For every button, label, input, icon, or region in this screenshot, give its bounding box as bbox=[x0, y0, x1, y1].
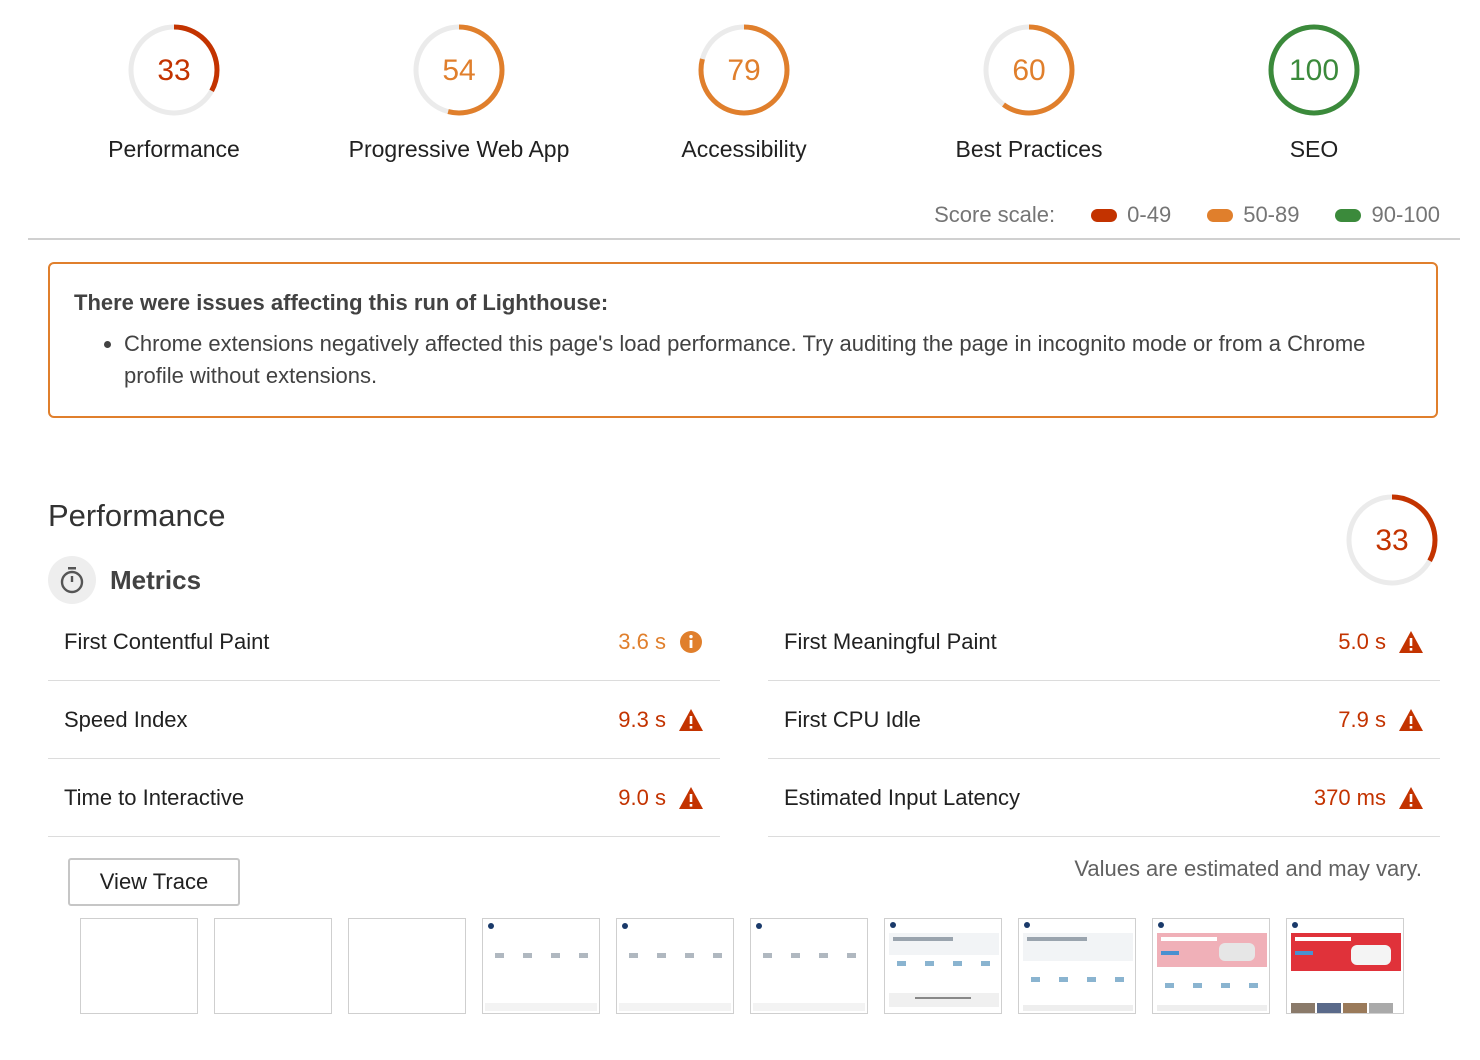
scale-range-average: 50-89 bbox=[1207, 202, 1299, 228]
warning-item: Chrome extensions negatively affected th… bbox=[124, 328, 1412, 392]
gauge-ring: 79 bbox=[698, 24, 790, 116]
stopwatch-icon bbox=[48, 556, 96, 604]
header-divider bbox=[28, 238, 1460, 240]
performance-score-gauge: 33 bbox=[1346, 494, 1438, 586]
filmstrip-frame bbox=[750, 918, 868, 1014]
scale-range-pass: 90-100 bbox=[1335, 202, 1440, 228]
gauge-score: 79 bbox=[727, 54, 760, 87]
pass-pill-icon bbox=[1335, 208, 1362, 222]
filmstrip-frame bbox=[80, 918, 198, 1014]
view-trace-button[interactable]: View Trace bbox=[68, 858, 240, 906]
gauge-accessibility[interactable]: 79 Accessibility bbox=[624, 22, 864, 163]
metric-first-contentful-paint: First Contentful Paint 3.6 s bbox=[48, 603, 720, 681]
filmstrip-frame bbox=[348, 918, 466, 1014]
scale-range-label: 90-100 bbox=[1371, 202, 1440, 227]
metric-value: 9.3 s bbox=[618, 706, 666, 732]
warning-icon bbox=[1398, 629, 1424, 655]
metrics-title: Metrics bbox=[110, 564, 202, 595]
metric-estimated-input-latency: Estimated Input Latency 370 ms bbox=[768, 759, 1440, 837]
scale-range-label: 0-49 bbox=[1127, 202, 1172, 227]
gauge-ring: 100 bbox=[1268, 24, 1360, 116]
warning-list: Chrome extensions negatively affected th… bbox=[74, 328, 1412, 392]
gauge-label: Progressive Web App bbox=[348, 136, 570, 162]
gauge-seo[interactable]: 100 SEO bbox=[1194, 22, 1434, 163]
filmstrip-frame bbox=[482, 918, 600, 1014]
gauge-performance[interactable]: 33 Performance bbox=[54, 22, 294, 163]
filmstrip-frame bbox=[214, 918, 332, 1014]
warning-title: There were issues affecting this run of … bbox=[74, 290, 609, 315]
gauge-pwa[interactable]: 54 Progressive Web App bbox=[339, 22, 579, 163]
gauge-best-practices[interactable]: 60 Best Practices bbox=[909, 22, 1149, 163]
warning-icon bbox=[678, 707, 704, 733]
performance-score: 33 bbox=[1375, 524, 1408, 557]
gauge-ring: 33 bbox=[128, 24, 220, 116]
gauge-score: 54 bbox=[442, 54, 475, 87]
gauge-score: 60 bbox=[1012, 54, 1045, 87]
run-warnings-box: There were issues affecting this run of … bbox=[48, 262, 1438, 418]
gauge-label: Best Practices bbox=[955, 136, 1103, 162]
metric-value: 9.0 s bbox=[618, 784, 666, 810]
metric-speed-index: Speed Index 9.3 s bbox=[48, 681, 720, 759]
gauge-ring: 54 bbox=[413, 24, 505, 116]
scale-range-fail: 0-49 bbox=[1091, 202, 1171, 228]
metrics-header: Metrics bbox=[48, 556, 201, 604]
metric-value: 7.9 s bbox=[1338, 706, 1386, 732]
metric-name: First CPU Idle bbox=[784, 706, 921, 732]
gauge-label: Accessibility bbox=[681, 136, 807, 162]
metric-value: 370 ms bbox=[1313, 784, 1386, 810]
metric-time-to-interactive: Time to Interactive 9.0 s bbox=[48, 759, 720, 837]
fail-pill-icon bbox=[1091, 208, 1118, 222]
metric-value: 5.0 s bbox=[1338, 628, 1386, 654]
metric-name: Time to Interactive bbox=[64, 784, 245, 810]
performance-section-title: Performance bbox=[48, 498, 226, 533]
score-scale-label: Score scale: bbox=[934, 202, 1056, 227]
category-gauges: 33 Performance 54 Progressive Web App 79… bbox=[0, 0, 1480, 180]
metric-name: First Meaningful Paint bbox=[784, 628, 997, 654]
gauge-label: Performance bbox=[108, 136, 240, 162]
filmstrip-frame bbox=[884, 918, 1002, 1014]
score-scale-legend: Score scale: 0-49 50-89 90-100 bbox=[934, 200, 1440, 230]
gauge-score: 33 bbox=[157, 54, 190, 87]
gauge-score: 100 bbox=[1289, 54, 1339, 87]
estimate-note: Values are estimated and may vary. bbox=[1074, 856, 1422, 881]
gauge-label: SEO bbox=[1289, 136, 1339, 162]
warning-icon bbox=[678, 785, 704, 811]
filmstrip-frame bbox=[616, 918, 734, 1014]
warning-icon bbox=[1398, 785, 1424, 811]
info-icon bbox=[678, 629, 704, 655]
metric-value: 3.6 s bbox=[618, 628, 666, 654]
filmstrip-frame bbox=[1152, 918, 1270, 1014]
filmstrip-frame bbox=[1018, 918, 1136, 1014]
metric-first-cpu-idle: First CPU Idle 7.9 s bbox=[768, 681, 1440, 759]
metric-first-meaningful-paint: First Meaningful Paint 5.0 s bbox=[768, 603, 1440, 681]
metric-name: First Contentful Paint bbox=[64, 628, 270, 654]
warning-icon bbox=[1398, 707, 1424, 733]
metric-name: Speed Index bbox=[64, 706, 188, 732]
metric-name: Estimated Input Latency bbox=[784, 784, 1021, 810]
average-pill-icon bbox=[1207, 208, 1234, 222]
filmstrip-frame bbox=[1286, 918, 1404, 1014]
scale-range-label: 50-89 bbox=[1243, 202, 1300, 227]
gauge-ring: 60 bbox=[983, 24, 1075, 116]
